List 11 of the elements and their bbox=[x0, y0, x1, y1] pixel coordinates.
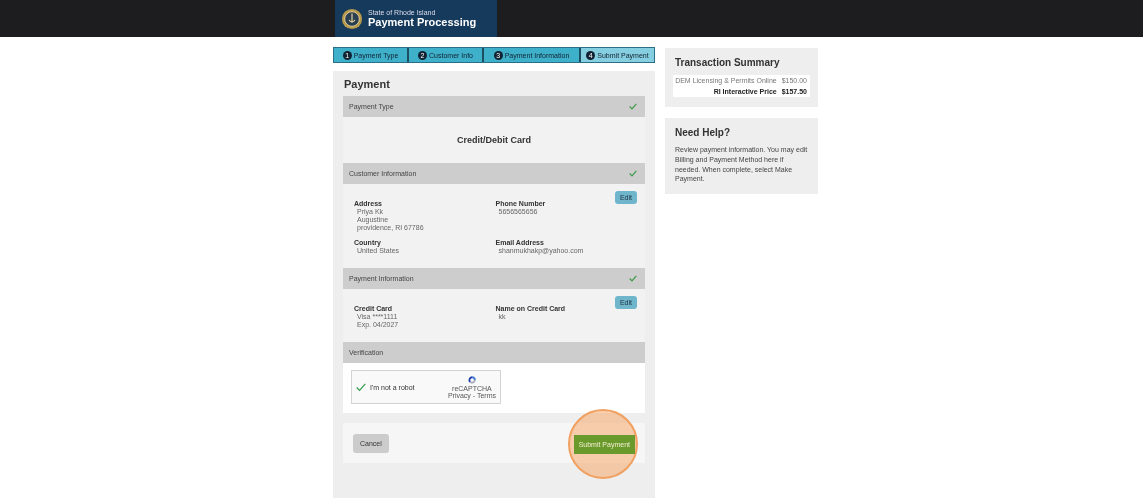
check-icon bbox=[629, 103, 637, 110]
check-icon bbox=[629, 275, 637, 282]
captcha-checkbox[interactable] bbox=[356, 382, 366, 392]
panel-title: Payment bbox=[344, 78, 391, 90]
seal-icon bbox=[341, 7, 363, 30]
app-title: Payment Processing bbox=[368, 16, 477, 28]
check-icon bbox=[629, 170, 637, 177]
help-title: Need Help? bbox=[675, 127, 731, 138]
payment-type-value: Credit/Debit Card bbox=[457, 135, 531, 145]
recaptcha-icon bbox=[466, 375, 477, 385]
summary-title: Transaction Summary bbox=[675, 57, 781, 68]
